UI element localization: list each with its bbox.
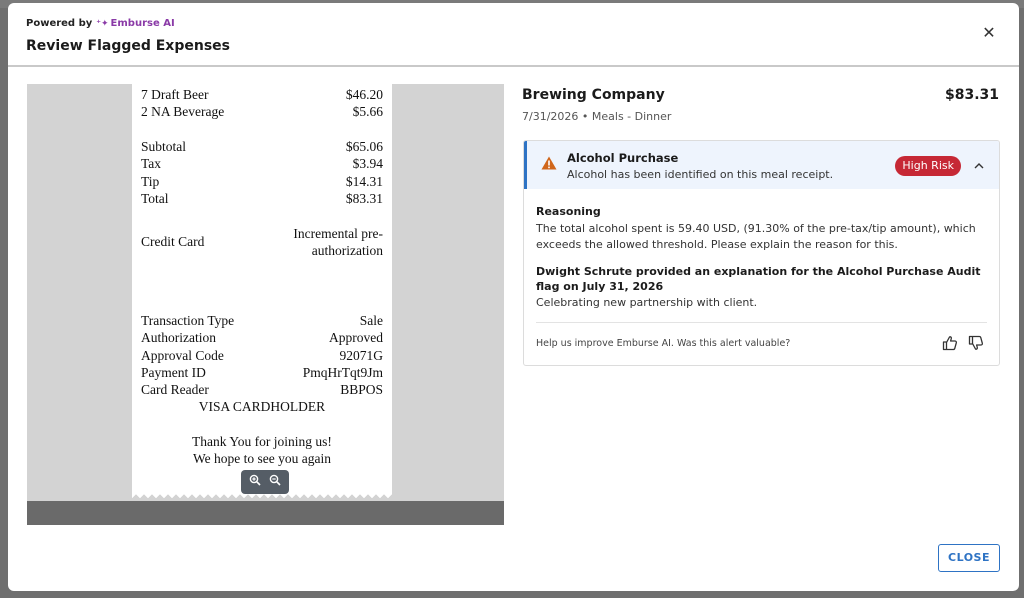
thumbs-down-icon[interactable] <box>967 334 985 352</box>
dialog-title: Review Flagged Expenses <box>26 38 230 54</box>
powered-by-label: Powered by <box>26 18 93 29</box>
receipt-image: 7 Draft Beer $46.20 2 NA Beverage $5.66 Su… <box>132 84 392 499</box>
close-button[interactable]: CLOSE <box>938 544 1000 572</box>
merchant-name: Brewing Company <box>522 87 665 103</box>
zoom-in-icon[interactable] <box>247 474 263 490</box>
receipt-line: Payment ID PmqHrTqt9Jm <box>141 365 383 380</box>
receipt-cardholder: VISA CARDHOLDER <box>198 399 326 414</box>
expense-meta: 7/31/2026 • Meals - Dinner <box>522 110 672 123</box>
reasoning-heading: Reasoning <box>536 205 601 218</box>
close-icon[interactable]: ✕ <box>979 23 999 43</box>
receipt-line: Tip $14.31 <box>141 174 383 189</box>
dialog-header: Powered by ⁺✦ Emburse AI Review Flagged Ex… <box>8 3 1019 67</box>
alert-header[interactable]: Alcohol Purchase Alcohol has been identi… <box>524 141 999 189</box>
alert-subtitle: Alcohol has been identified on this meal… <box>567 168 834 181</box>
expense-amount: $83.31 <box>944 87 999 103</box>
powered-by: Powered by ⁺✦ Emburse AI <box>26 18 175 29</box>
risk-badge: High Risk <box>895 156 961 176</box>
receipt-line: Tax $3.94 <box>141 156 383 171</box>
feedback-prompt: Help us improve Emburse AI. Was this ale… <box>536 338 791 349</box>
viewer-footer-bar <box>27 501 504 525</box>
brand-name: Emburse AI <box>110 18 175 29</box>
receipt-line: Credit Card Incremental pre-authorization <box>141 226 383 258</box>
receipt-thanks: Thank You for joining us! <box>192 434 332 449</box>
receipt-line: 7 Draft Beer $46.20 <box>141 87 383 102</box>
warning-icon <box>541 156 557 170</box>
receipt-line: Authorization Approved <box>141 330 383 345</box>
reasoning-text: The total alcohol spent is 59.40 USD, (9… <box>536 222 976 251</box>
alert-card: Alcohol Purchase Alcohol has been identi… <box>523 140 1000 366</box>
receipt-line: Subtotal $65.06 <box>141 139 383 154</box>
receipt-line: Total $83.31 <box>141 191 383 206</box>
alert-title: Alcohol Purchase <box>567 151 679 165</box>
receipt-line: Approval Code 92071G <box>141 348 383 363</box>
sparkle-icon: ⁺✦ <box>96 19 109 29</box>
receipt-line: Card Reader BBPOS <box>141 382 383 397</box>
thumbs-up-icon[interactable] <box>941 334 959 352</box>
chevron-up-icon[interactable] <box>971 156 987 174</box>
receipt-line: 2 NA Beverage $5.66 <box>141 104 383 119</box>
zoom-out-icon[interactable] <box>267 474 283 490</box>
zoom-controls <box>241 470 289 494</box>
review-flagged-expenses-dialog: Powered by ⁺✦ Emburse AI Review Flagged Ex… <box>8 3 1019 591</box>
receipt-farewell: We hope to see you again <box>193 451 331 466</box>
explanation-heading: Dwight Schrute provided an explanation f… <box>536 265 981 293</box>
receipt-viewer[interactable]: 7 Draft Beer $46.20 2 NA Beverage $5.66 Su… <box>27 84 504 525</box>
receipt-line: Transaction Type Sale <box>141 313 383 328</box>
explanation-text: Celebrating new partnership with client. <box>536 296 758 309</box>
divider <box>536 322 987 323</box>
